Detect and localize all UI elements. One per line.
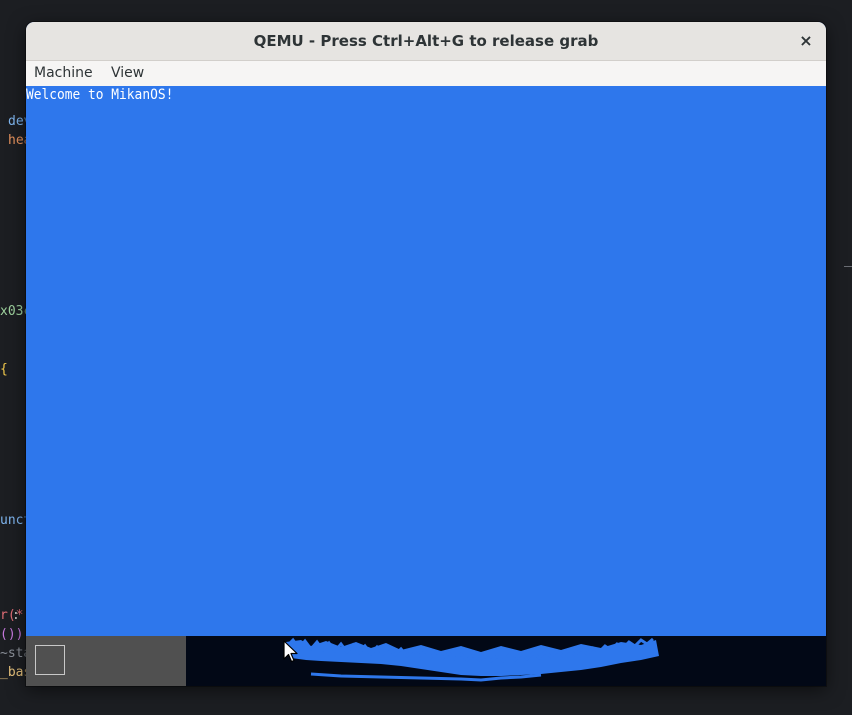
console-text: Welcome to MikanOS!	[26, 87, 174, 103]
window-title: QEMU - Press Ctrl+Alt+G to release grab	[253, 32, 599, 50]
close-icon: ×	[799, 31, 813, 50]
menu-item-machine[interactable]: Machine	[34, 61, 93, 86]
qemu-window[interactable]: QEMU - Press Ctrl+Alt+G to release grab …	[26, 22, 826, 686]
scribble-drawing	[285, 637, 659, 682]
menu-bar: Machine View	[26, 61, 826, 87]
guest-screen[interactable]: Welcome to MikanOS!	[26, 86, 826, 636]
code-fragment: {	[0, 362, 8, 377]
start-button[interactable]	[35, 645, 65, 675]
guest-taskbar	[26, 636, 826, 686]
close-button[interactable]: ×	[794, 29, 818, 53]
window-titlebar[interactable]: QEMU - Press Ctrl+Alt+G to release grab …	[26, 22, 826, 61]
code-fragment: :	[12, 608, 20, 623]
menu-item-view[interactable]: View	[111, 61, 144, 86]
mouse-cursor-icon	[283, 640, 298, 663]
editor-divider	[844, 266, 852, 267]
code-fragment: ())	[0, 627, 24, 642]
taskbar-start-area	[26, 636, 186, 686]
